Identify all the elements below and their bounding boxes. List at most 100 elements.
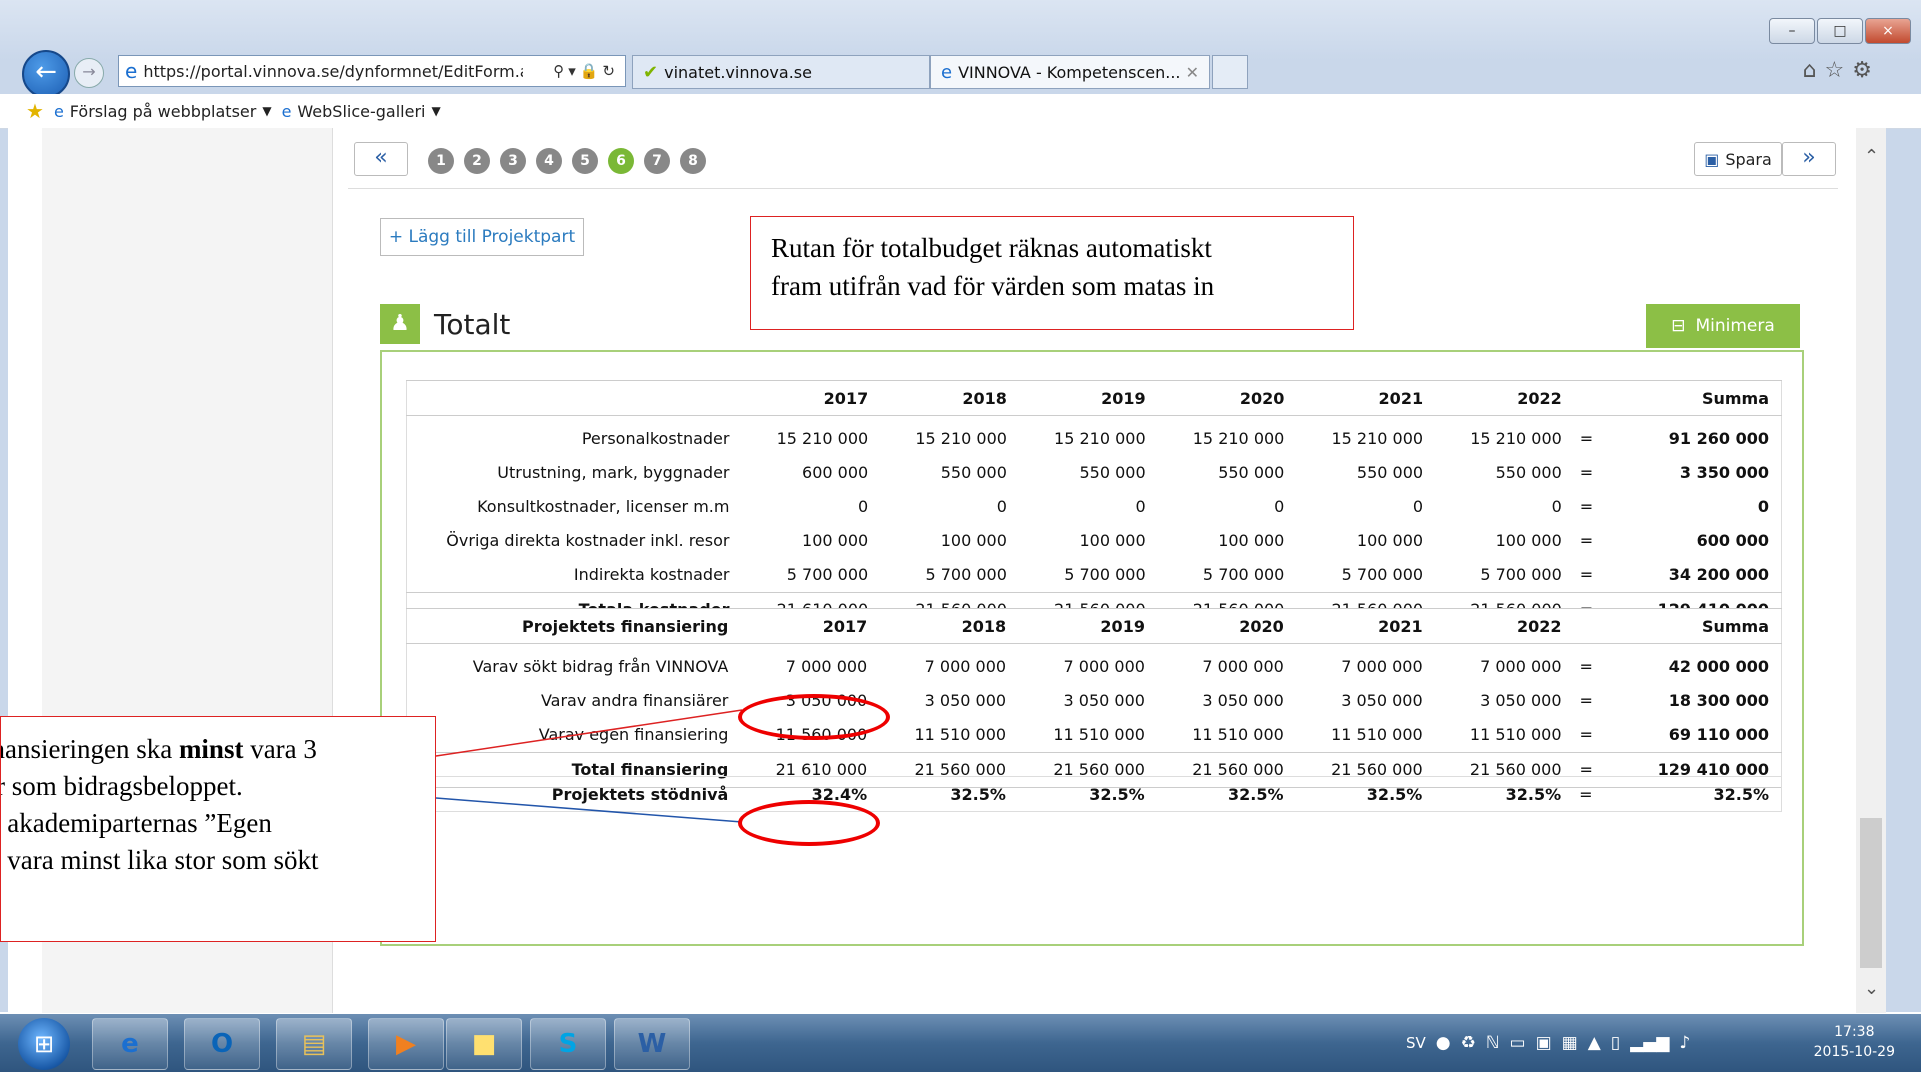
clock[interactable]: 17:38 2015-10-29 [1814, 1022, 1895, 1062]
battery-icon[interactable]: ▯ [1611, 1033, 1620, 1053]
window-controls: – □ × [1769, 18, 1911, 44]
next-step-button[interactable]: » [1782, 142, 1836, 176]
signal-icon[interactable]: ▂▄▆ [1630, 1033, 1669, 1053]
spacer [1574, 381, 1609, 416]
step-6[interactable]: 6 [608, 148, 634, 174]
taskbar-notes-icon[interactable]: ■ [446, 1018, 522, 1070]
table-row: Personalkostnader 15 210 000 15 210 000 15 … [407, 422, 1782, 456]
step-7[interactable]: 7 [644, 148, 670, 174]
address-bar[interactable]: e https://portal.vinnova.se/dynformnet/E… [118, 55, 626, 87]
value-cell: 11 510 000 [914, 725, 1007, 744]
sum-cell: 0 [1757, 497, 1769, 516]
favorites-star-icon[interactable]: ★ [26, 99, 44, 123]
value-cell: 550 000 [1218, 463, 1285, 482]
value-cell: 15 210 000 [915, 429, 1007, 448]
highlight-ring-total-financing [738, 800, 880, 846]
skype-tray-icon[interactable]: ● [1436, 1033, 1451, 1053]
taskbar-ie-icon[interactable]: e [92, 1018, 168, 1070]
sum-cell: 3 350 000 [1679, 463, 1769, 482]
taskbar-folder-icon[interactable]: ▤ [276, 1018, 352, 1070]
add-project-partner-button[interactable]: + Lägg till Projektpart [380, 218, 584, 256]
tab-vinatet[interactable]: ✔ vinatet.vinnova.se [632, 55, 930, 89]
row-label: Utrustning, mark, byggnader [497, 463, 730, 482]
bluetooth-icon[interactable]: ℕ [1486, 1033, 1500, 1053]
taskbar-media-icon[interactable]: ▶ [368, 1018, 444, 1070]
star-icon[interactable]: ☆ [1825, 58, 1853, 83]
header-label: Projektets finansiering [522, 616, 729, 636]
equals-sign: = [1579, 725, 1593, 744]
annotation-text: tor som bidragsbeloppet. [0, 771, 243, 801]
minimize-section-button[interactable]: ⊟ Minimera [1646, 304, 1800, 348]
value-cell: 11 510 000 [1053, 725, 1145, 744]
value-cell: 7 000 000 [1341, 657, 1423, 676]
value-cell: 7 000 000 [924, 657, 1007, 676]
value-cell: 550 000 [1495, 463, 1562, 482]
favorite-label: WebSlice-galleri [297, 101, 426, 121]
previous-step-button[interactable]: « [354, 142, 408, 176]
table-header-row: 2017 2018 2019 2020 2021 2022 Summa [406, 380, 1782, 416]
back-button[interactable]: ← [22, 50, 70, 98]
year-header: 2018 [962, 388, 1007, 408]
network-icon[interactable]: ▣ [1536, 1033, 1552, 1053]
minimize-label: Minimera [1695, 316, 1775, 336]
financing-table: Projektets finansiering 2017 2018 2019 2020 2… [406, 608, 1782, 788]
monitor-icon[interactable]: ▦ [1562, 1033, 1578, 1053]
row-label: Varav egen finansiering [538, 725, 729, 744]
update-icon[interactable]: ▲ [1588, 1033, 1601, 1053]
favorite-suggested-sites[interactable]: e Förslag på webbplatser ▼ [54, 102, 272, 121]
address-tools-icon[interactable]: ⚲▾🔒↻ [553, 62, 619, 80]
tab-vinnova-kompetenscentrum[interactable]: e VINNOVA - Kompetenscen... ✕ [930, 55, 1210, 89]
clock-date: 2015-10-29 [1813, 1044, 1895, 1060]
scroll-down-icon[interactable]: ⌄ [1864, 978, 1879, 999]
taskbar-outlook-icon[interactable]: O [184, 1018, 260, 1070]
equals-sign: = [1579, 691, 1593, 710]
row-label: Personalkostnader [581, 429, 730, 448]
step-1[interactable]: 1 [428, 148, 454, 174]
step-3[interactable]: 3 [500, 148, 526, 174]
value-cell: 7 000 000 [1480, 657, 1562, 676]
sum-header: Summa [1701, 616, 1769, 636]
close-tab-icon[interactable]: ✕ [1186, 63, 1199, 82]
close-window-button[interactable]: × [1865, 18, 1911, 44]
annotation-emphasis: minst [178, 734, 244, 764]
save-label: Spara [1725, 149, 1772, 169]
highlight-ring-grant [738, 694, 890, 740]
value-cell: 100 000 [940, 531, 1007, 550]
display-icon[interactable]: ▭ [1510, 1033, 1526, 1053]
sum-cell: 69 110 000 [1668, 725, 1769, 744]
sync-tray-icon[interactable]: ♻ [1461, 1033, 1476, 1053]
taskbar-skype-icon[interactable]: S [530, 1018, 606, 1070]
value-cell: 15 210 000 [1470, 429, 1562, 448]
gear-icon[interactable]: ⚙ [1852, 58, 1880, 83]
step-4[interactable]: 4 [536, 148, 562, 174]
minimize-window-button[interactable]: – [1769, 18, 1815, 44]
volume-icon[interactable]: ♪ [1679, 1033, 1690, 1053]
value-cell: 100 000 [1356, 531, 1424, 550]
save-icon: ▣ [1704, 149, 1720, 169]
step-8[interactable]: 8 [680, 148, 706, 174]
value-cell: 32.5% [1228, 784, 1284, 804]
forward-button[interactable]: → [74, 58, 104, 88]
step-2[interactable]: 2 [464, 148, 490, 174]
scroll-up-icon[interactable]: ⌃ [1864, 146, 1879, 167]
favorite-webslice-gallery[interactable]: e WebSlice-galleri ▼ [282, 102, 441, 121]
value-cell: 15 210 000 [1192, 429, 1285, 448]
favorite-label: Förslag på webbplatser [69, 101, 257, 121]
value-cell: 15 210 000 [776, 429, 869, 448]
new-tab-button[interactable] [1212, 55, 1248, 89]
equals-sign: = [1579, 463, 1594, 482]
year-header: 2019 [1100, 616, 1145, 636]
start-button[interactable]: ⊞ [18, 1018, 70, 1070]
value-cell: 5 700 000 [1202, 565, 1285, 584]
step-5[interactable]: 5 [572, 148, 598, 174]
row-label: Övriga direkta kostnader inkl. resor [446, 531, 730, 550]
taskbar-word-icon[interactable]: W [614, 1018, 690, 1070]
row-label: Varav andra finansiärer [540, 691, 729, 710]
maximize-window-button[interactable]: □ [1817, 18, 1863, 44]
collapse-icon: ⊟ [1671, 316, 1686, 336]
language-indicator[interactable]: SV [1406, 1034, 1426, 1052]
save-button[interactable]: ▣ Spara [1694, 142, 1782, 176]
home-icon[interactable]: ⌂ [1803, 58, 1825, 83]
scroll-thumb[interactable] [1860, 818, 1882, 968]
vertical-scrollbar[interactable]: ⌃ ⌄ [1856, 128, 1886, 1013]
